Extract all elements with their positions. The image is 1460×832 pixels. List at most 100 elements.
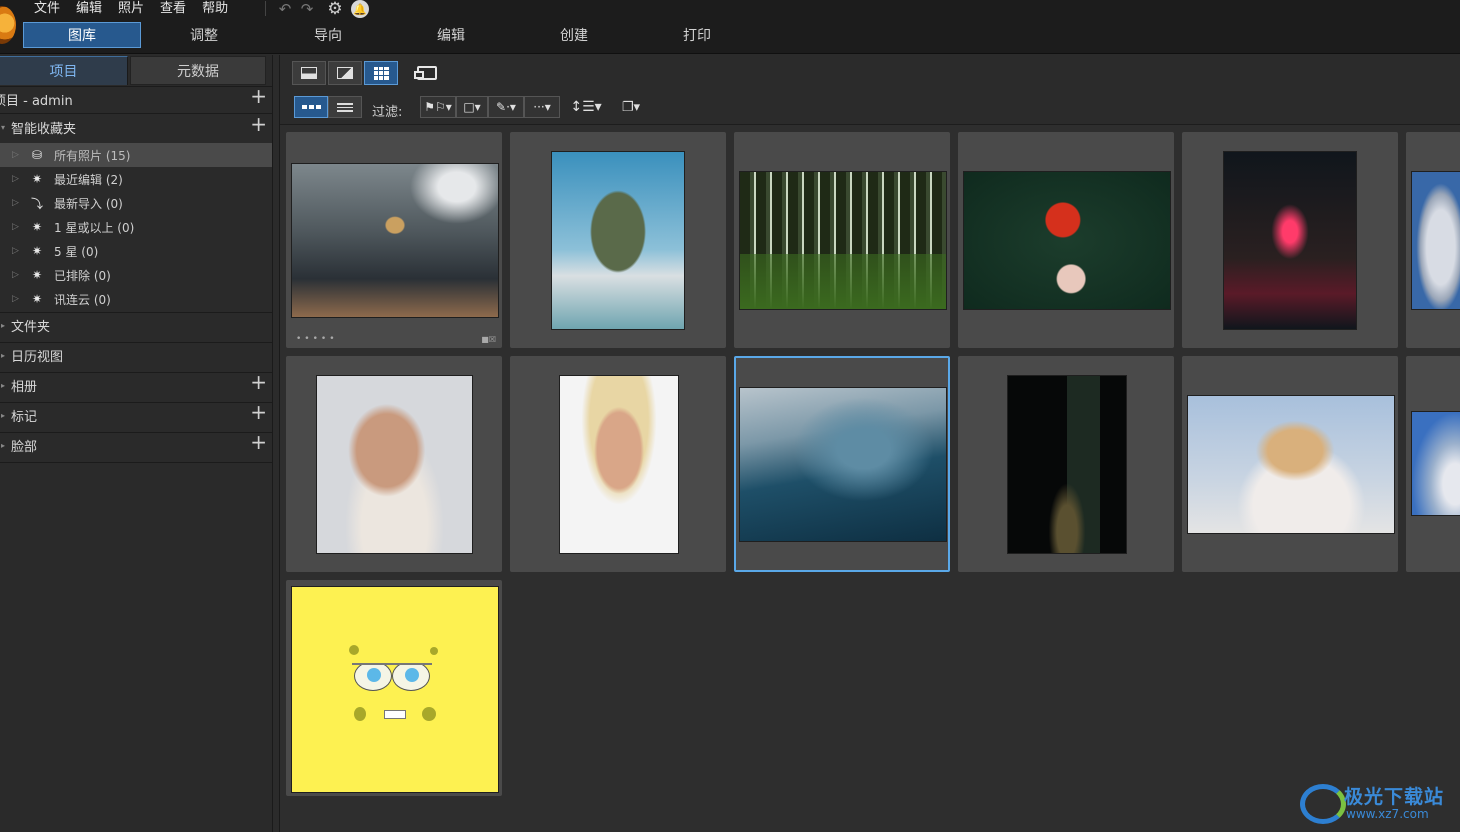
- add-face-icon[interactable]: +: [250, 431, 267, 453]
- grid-view-button[interactable]: [364, 61, 398, 85]
- sparkle-icon: ✷: [31, 220, 43, 234]
- edit-filter-dropdown[interactable]: ✎·▾: [488, 96, 524, 118]
- section-faces[interactable]: ▸ 脸部 +: [0, 431, 272, 456]
- smart-item-cloud[interactable]: ▷ ✷ 讯连云 (0): [0, 287, 272, 311]
- stack-dropdown[interactable]: ❐▾: [616, 96, 646, 118]
- thumbnail-cell[interactable]: [1182, 132, 1398, 348]
- smart-item-latest-import[interactable]: ▷ ⤵ 最新导入 (0): [0, 191, 272, 215]
- tab-adjust[interactable]: 调整: [145, 22, 263, 48]
- section-folders[interactable]: ▸ 文件夹: [0, 314, 272, 336]
- photo-rock-island-boat[interactable]: [551, 151, 685, 330]
- flag-filter-dropdown[interactable]: ⚑⚐▾: [420, 96, 456, 118]
- smart-item-label: 5 星 (0): [54, 244, 99, 259]
- sparkle-icon: ✷: [31, 292, 43, 306]
- smart-item-all-photos[interactable]: ▷ ⛁ 所有照片 (15): [0, 143, 272, 167]
- collapse-arrow-icon[interactable]: ▾: [1, 123, 5, 132]
- menu-photo[interactable]: 照片: [110, 1, 152, 17]
- photo-globe-partial[interactable]: [1411, 411, 1460, 516]
- section-label: 标记: [11, 409, 38, 425]
- thumbnail-cell-selected[interactable]: [734, 356, 950, 572]
- photo-basketball-dunk[interactable]: [291, 163, 499, 318]
- thumbnail-cell[interactable]: [958, 356, 1174, 572]
- tab-print[interactable]: 打印: [638, 22, 756, 48]
- photo-cloud-partial[interactable]: [1411, 171, 1460, 310]
- expand-arrow-icon[interactable]: ▷: [12, 222, 19, 232]
- list-view-button[interactable]: [328, 96, 362, 118]
- rating-dots[interactable]: •••••: [296, 334, 338, 344]
- smart-item-recent-edits[interactable]: ▷ ✷ 最近编辑 (2): [0, 167, 272, 191]
- section-label: 文件夹: [11, 319, 51, 335]
- photo-smiling-woman[interactable]: [316, 375, 473, 554]
- add-project-icon[interactable]: +: [250, 85, 267, 107]
- gear-icon[interactable]: ⚙: [325, 0, 345, 19]
- menu-file[interactable]: 文件: [34, 1, 68, 17]
- thumbnail-size-button[interactable]: [294, 96, 328, 118]
- single-view-button[interactable]: [292, 61, 326, 85]
- photo-red-maple-leaf[interactable]: [963, 171, 1171, 310]
- thumbnail-cell[interactable]: [510, 132, 726, 348]
- thumbnail-cell[interactable]: [286, 580, 502, 796]
- project-row[interactable]: 项目 - admin +: [0, 85, 272, 110]
- add-tag-icon[interactable]: +: [250, 401, 267, 423]
- photo-laughing-woman[interactable]: [559, 375, 679, 554]
- expand-arrow-icon[interactable]: ▸: [1, 441, 5, 450]
- tab-project[interactable]: 项目: [0, 56, 128, 85]
- sparkle-icon: ✷: [31, 268, 43, 282]
- smart-collections-header[interactable]: ▾ 智能收藏夹 +: [0, 113, 272, 138]
- photo-ocean-wave[interactable]: [739, 387, 947, 542]
- tab-library[interactable]: 图库: [23, 22, 141, 48]
- add-smart-collection-icon[interactable]: +: [250, 113, 267, 135]
- thumbnail-cell[interactable]: [958, 132, 1174, 348]
- expand-arrow-icon[interactable]: ▷: [12, 150, 19, 160]
- menu-bar: 文件 编辑 照片 查看 帮助 ↶ ↷ ⚙ 🔔: [0, 0, 1460, 44]
- thumbnail-cell-partial[interactable]: [1406, 356, 1460, 572]
- divider: [0, 312, 272, 313]
- section-calendar[interactable]: ▸ 日历视图: [0, 344, 272, 366]
- expand-arrow-icon[interactable]: ▷: [12, 270, 19, 280]
- photo-view-button[interactable]: [328, 61, 362, 85]
- thumbnail-cell-partial[interactable]: [1406, 132, 1460, 348]
- compare-view-button[interactable]: [410, 61, 444, 85]
- project-label: 项目 - admin: [0, 93, 73, 109]
- expand-arrow-icon[interactable]: ▷: [12, 246, 19, 256]
- add-album-icon[interactable]: +: [250, 371, 267, 393]
- menu-edit[interactable]: 编辑: [68, 1, 110, 17]
- tab-guided[interactable]: 导向: [269, 22, 387, 48]
- color-filter-dropdown[interactable]: □▾: [456, 96, 488, 118]
- menu-help[interactable]: 帮助: [194, 1, 236, 17]
- photo-forest[interactable]: [739, 171, 947, 310]
- thumbnail-cell[interactable]: ••••• ■☒: [286, 132, 502, 348]
- tab-metadata[interactable]: 元数据: [130, 56, 266, 85]
- undo-icon[interactable]: ↶: [276, 0, 294, 18]
- flag-icons[interactable]: ■☒: [481, 335, 496, 344]
- section-tags[interactable]: ▸ 标记 +: [0, 401, 272, 426]
- expand-arrow-icon[interactable]: ▸: [1, 351, 5, 360]
- expand-arrow-icon[interactable]: ▸: [1, 321, 5, 330]
- section-albums[interactable]: ▸ 相册 +: [0, 371, 272, 396]
- tab-create[interactable]: 创建: [515, 22, 633, 48]
- expand-arrow-icon[interactable]: ▸: [1, 411, 5, 420]
- smart-item-excluded[interactable]: ▷ ✷ 已排除 (0): [0, 263, 272, 287]
- sort-dropdown[interactable]: ↕☰▾: [568, 96, 604, 118]
- photo-dark-window[interactable]: [1007, 375, 1127, 554]
- smart-item-label: 所有照片 (15): [54, 148, 131, 163]
- thumbnail-cell[interactable]: [734, 132, 950, 348]
- divider: [0, 342, 272, 343]
- redo-icon[interactable]: ↷: [298, 0, 316, 18]
- photo-spongebob-face[interactable]: [291, 586, 499, 793]
- photo-blonde-woman-outdoors[interactable]: [1187, 395, 1395, 534]
- tab-edit[interactable]: 编辑: [392, 22, 510, 48]
- expand-arrow-icon[interactable]: ▷: [12, 198, 19, 208]
- notification-icon[interactable]: 🔔: [351, 0, 369, 18]
- expand-arrow-icon[interactable]: ▸: [1, 381, 5, 390]
- menu-view[interactable]: 查看: [152, 1, 194, 17]
- expand-arrow-icon[interactable]: ▷: [12, 294, 19, 304]
- expand-arrow-icon[interactable]: ▷: [12, 174, 19, 184]
- thumbnail-cell[interactable]: [510, 356, 726, 572]
- photo-neon-crepe-shop[interactable]: [1223, 151, 1357, 330]
- more-filter-dropdown[interactable]: ···▾: [524, 96, 560, 118]
- thumbnail-cell[interactable]: [1182, 356, 1398, 572]
- smart-item-five-star[interactable]: ▷ ✷ 5 星 (0): [0, 239, 272, 263]
- smart-item-one-star[interactable]: ▷ ✷ 1 星或以上 (0): [0, 215, 272, 239]
- thumbnail-cell[interactable]: [286, 356, 502, 572]
